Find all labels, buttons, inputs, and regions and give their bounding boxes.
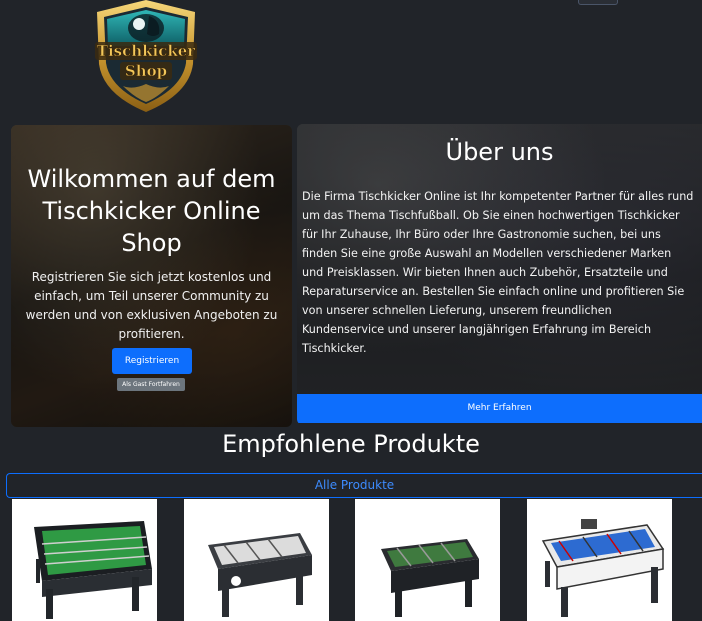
product-image [381, 539, 479, 617]
learn-more-button[interactable]: Mehr Erfahren [297, 394, 702, 423]
about-card: Über uns Die Firma Tischkicker Online is… [297, 124, 702, 425]
guest-continue-button[interactable]: Als Gast Fortfahren [117, 378, 185, 391]
all-products-button[interactable]: Alle Produkte [6, 473, 702, 498]
product-card[interactable] [12, 499, 157, 621]
svg-text:Tischkicker: Tischkicker [97, 42, 197, 60]
about-text: Die Firma Tischkicker Online ist Ihr kom… [302, 190, 694, 355]
about-title: Über uns [445, 138, 554, 166]
welcome-card: Wilkommen auf dem Tischkicker Online Sho… [11, 125, 292, 427]
navbar-toggle-button[interactable] [578, 0, 618, 5]
product-image [541, 519, 665, 617]
product-card[interactable] [355, 499, 500, 621]
page: Tischkicker Shop Wilkommen auf dem Tisch… [0, 0, 702, 621]
shop-logo[interactable]: Tischkicker Shop [93, 0, 199, 114]
register-button[interactable]: Registrieren [112, 348, 192, 374]
svg-text:Shop: Shop [125, 62, 167, 80]
welcome-title: Wilkommen auf dem Tischkicker Online Sho… [27, 165, 276, 257]
product-image [34, 521, 152, 619]
product-image [208, 533, 312, 617]
featured-products-title: Empfohlene Produkte [222, 430, 480, 458]
product-card[interactable] [527, 499, 672, 621]
product-card[interactable] [184, 499, 329, 621]
welcome-text: Registrieren Sie sich jetzt kostenlos un… [25, 270, 278, 341]
